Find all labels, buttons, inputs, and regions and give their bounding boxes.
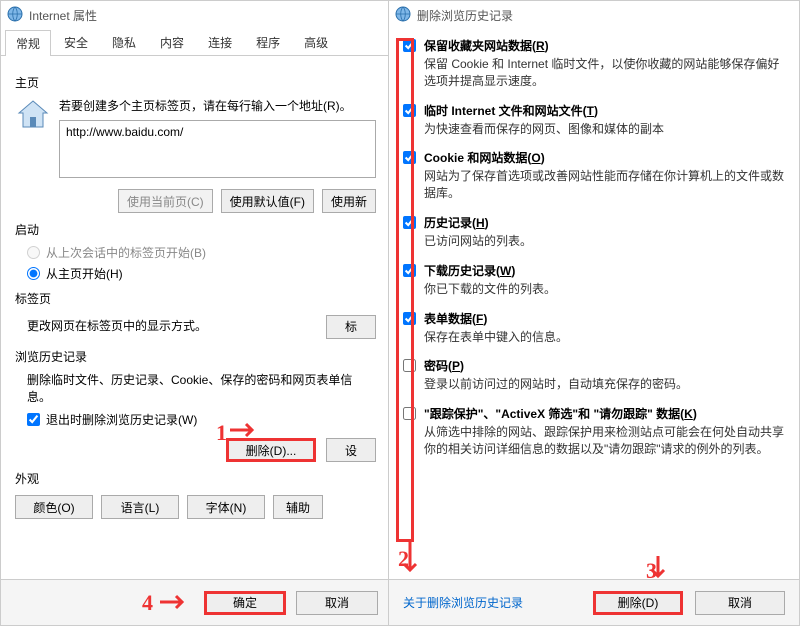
delete-option-3: 历史记录(H) 已访问网站的列表。 [403,214,785,250]
history-settings-button[interactable]: 设 [326,438,376,462]
startup-label: 启动 [15,221,376,238]
globe-icon [395,6,411,25]
delete-option-checkbox[interactable] [403,39,416,52]
delete-button[interactable]: 删除(D) [593,591,683,615]
language-button[interactable]: 语言(L) [101,495,179,519]
window-title: 删除浏览历史记录 [417,7,513,24]
delete-option-checkbox[interactable] [403,312,416,325]
delete-option-checkbox[interactable] [403,359,416,372]
tab-6[interactable]: 高级 [293,29,339,55]
delete-option-2: Cookie 和网站数据(O) 网站为了保存首选项或改善网站性能而存储在你计算机上… [403,149,785,202]
homepage-label: 主页 [15,74,376,91]
delete-option-title: 历史记录(H) [424,214,785,231]
delete-option-title: Cookie 和网站数据(O) [424,149,785,166]
startup-last-session-radio[interactable]: 从上次会话中的标签页开始(B) [27,244,376,261]
delete-option-checkbox[interactable] [403,264,416,277]
history-label: 浏览历史记录 [15,348,376,365]
color-button[interactable]: 颜色(O) [15,495,93,519]
tabs-button[interactable]: 标 [326,315,376,339]
tab-0[interactable]: 常规 [5,30,51,56]
use-current-button[interactable]: 使用当前页(C) [118,189,213,213]
delete-option-6: 密码(P) 登录以前访问过的网站时，自动填充保存的密码。 [403,357,785,393]
delete-options-list: 保留收藏夹网站数据(R) 保留 Cookie 和 Internet 临时文件，以使… [389,29,799,458]
window-title: Internet 属性 [29,7,97,24]
delete-option-desc: 为快速查看而保存的网页、图像和媒体的副本 [424,121,785,138]
cancel-button[interactable]: 取消 [695,591,785,615]
dialog-footer: 确定 取消 [1,579,390,625]
homepage-url-input[interactable] [59,120,376,178]
ok-button[interactable]: 确定 [204,591,286,615]
about-delete-link[interactable]: 关于删除浏览历史记录 [403,594,523,611]
appearance-label: 外观 [15,470,376,487]
delete-option-desc: 网站为了保存首选项或改善网站性能而存储在你计算机上的文件或数据库。 [424,168,785,202]
delete-option-desc: 登录以前访问过的网站时，自动填充保存的密码。 [424,376,785,393]
delete-option-title: 表单数据(F) [424,310,785,327]
delete-history-button[interactable]: 删除(D)... [226,438,316,462]
delete-option-checkbox[interactable] [403,104,416,117]
delete-option-desc: 你已下载的文件的列表。 [424,281,785,298]
delete-option-1: 临时 Internet 文件和网站文件(T) 为快速查看而保存的网页、图像和媒体的… [403,102,785,138]
delete-option-title: 密码(P) [424,357,785,374]
tab-3[interactable]: 内容 [149,29,195,55]
tabs-label: 标签页 [15,290,376,307]
tab-2[interactable]: 隐私 [101,29,147,55]
history-desc: 删除临时文件、历史记录、Cookie、保存的密码和网页表单信息。 [27,371,376,405]
tab-4[interactable]: 连接 [197,29,243,55]
tab-5[interactable]: 程序 [245,29,291,55]
delete-option-desc: 保存在表单中键入的信息。 [424,329,785,346]
delete-option-checkbox[interactable] [403,407,416,420]
delete-option-checkbox[interactable] [403,151,416,164]
delete-option-desc: 已访问网站的列表。 [424,233,785,250]
delete-on-exit-checkbox[interactable]: 退出时删除浏览历史记录(W) [27,411,376,428]
tabs-desc: 更改网页在标签页中的显示方式。 [27,317,318,334]
accessibility-button[interactable]: 辅助 [273,495,323,519]
delete-option-desc: 从筛选中排除的网站、跟踪保护用来检测站点可能会在何处自动共享你的相关访问详细信息… [424,424,785,458]
delete-option-desc: 保留 Cookie 和 Internet 临时文件，以使你收藏的网站能够保存偏好… [424,56,785,90]
titlebar: 删除浏览历史记录 [389,1,799,29]
font-button[interactable]: 字体(N) [187,495,265,519]
delete-option-title: 保留收藏夹网站数据(R) [424,37,785,54]
delete-option-4: 下载历史记录(W) 你已下载的文件的列表。 [403,262,785,298]
homepage-hint: 若要创建多个主页标签页，请在每行输入一个地址(R)。 [59,97,376,114]
tab-1[interactable]: 安全 [53,29,99,55]
delete-option-checkbox[interactable] [403,216,416,229]
internet-properties-window: Internet 属性 常规安全隐私内容连接程序高级 主页 若要创建多个主页标签… [0,0,390,626]
startup-homepage-radio[interactable]: 从主页开始(H) [27,265,376,282]
tab-content: 主页 若要创建多个主页标签页，请在每行输入一个地址(R)。 使用当前页(C) 使… [1,56,390,519]
tab-strip: 常规安全隐私内容连接程序高级 [1,29,390,56]
globe-icon [7,6,23,25]
dialog-footer: 关于删除浏览历史记录 删除(D) 取消 [389,579,799,625]
delete-option-5: 表单数据(F) 保存在表单中键入的信息。 [403,310,785,346]
cancel-button[interactable]: 取消 [296,591,378,615]
delete-option-title: 临时 Internet 文件和网站文件(T) [424,102,785,119]
delete-option-title: 下载历史记录(W) [424,262,785,279]
delete-history-window: 删除浏览历史记录 保留收藏夹网站数据(R) 保留 Cookie 和 Interne… [388,0,800,626]
use-default-button[interactable]: 使用默认值(F) [221,189,314,213]
delete-option-title: "跟踪保护"、"ActiveX 筛选"和 "请勿跟踪" 数据(K) [424,405,785,422]
delete-option-7: "跟踪保护"、"ActiveX 筛选"和 "请勿跟踪" 数据(K) 从筛选中排除的… [403,405,785,458]
home-icon [15,97,51,133]
use-new-button[interactable]: 使用新 [322,189,376,213]
titlebar: Internet 属性 [1,1,390,29]
delete-option-0: 保留收藏夹网站数据(R) 保留 Cookie 和 Internet 临时文件，以使… [403,37,785,90]
